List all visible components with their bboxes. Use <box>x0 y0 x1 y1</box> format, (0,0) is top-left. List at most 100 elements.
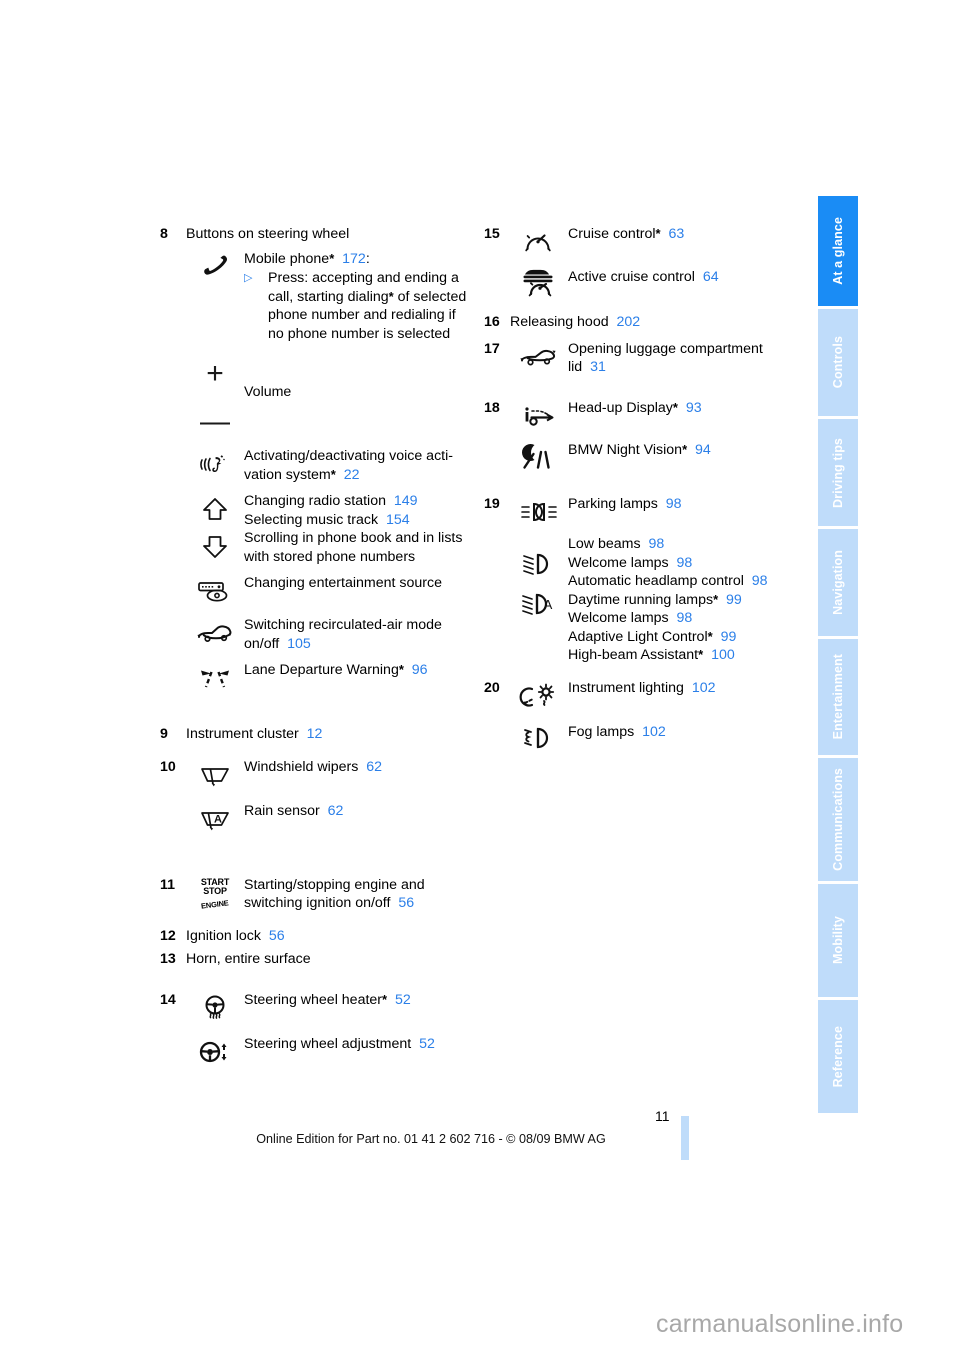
legend-item-8-entertainment-source: Changing entertainment source <box>160 574 470 608</box>
item-number: 17 <box>484 340 500 357</box>
luggage-label-line1: Opening luggage compartment <box>568 340 763 357</box>
luggage-compartment-icon <box>510 340 568 374</box>
start-stop-label-line1: Starting/stopping engine and <box>244 876 425 893</box>
section-tab-strip: At a glance Controls Driving tips Naviga… <box>818 196 858 1156</box>
page-ref[interactable]: 202 <box>617 314 641 330</box>
item-number: 10 <box>160 758 176 775</box>
page-ref[interactable]: 62 <box>328 803 344 819</box>
legend-item-8-voice-activation: Activating/deactivating voice acti- vati… <box>160 447 470 484</box>
rain-sensor-icon: A <box>186 802 244 836</box>
entertainment-source-label: Changing entertainment source <box>244 575 442 591</box>
legend-item-8-lane-departure-warning: Lane Departure Warning* 96 <box>160 661 470 695</box>
tab-entertainment[interactable]: Entertainment <box>818 639 858 755</box>
page-ref[interactable]: 98 <box>677 555 693 571</box>
tab-label: Mobility <box>830 916 845 965</box>
page-ref[interactable]: 99 <box>726 592 742 608</box>
page-ref[interactable]: 98 <box>752 573 768 589</box>
scroll-label-line1: Scrolling in phone book and in lists <box>244 530 463 546</box>
page-ref[interactable]: 98 <box>666 496 682 512</box>
tab-at-a-glance[interactable]: At a glance <box>818 196 858 306</box>
page-ref[interactable]: 172 <box>342 251 366 267</box>
legend-item-15: 15 Cruise control* 63 Active cruise cont… <box>484 225 804 299</box>
item-number: 13 <box>160 951 176 967</box>
legend-item-11: 11 START STOP ENGINE Starting/stopping e… <box>160 876 470 913</box>
page-ref[interactable]: 12 <box>307 726 323 742</box>
legend-item-10: 10 A Windshield wipers 62 Rain sensor 62 <box>160 758 470 836</box>
welcome-lamps-label-2: Welcome lamps <box>568 610 669 626</box>
right-content-column: 15 Cruise control* 63 Active cruise cont… <box>484 225 804 755</box>
page-ref[interactable]: 100 <box>711 647 735 663</box>
icon-column <box>510 679 568 755</box>
recirculated-air-icon <box>186 616 244 650</box>
asterisk: * <box>398 662 404 677</box>
legend-item-12: 12 Ignition lock 56 <box>160 927 470 946</box>
footer-edition-text: Online Edition for Part no. 01 41 2 602 … <box>256 1132 606 1146</box>
page-ref[interactable]: 99 <box>721 629 737 645</box>
page-ref[interactable]: 149 <box>394 493 418 509</box>
page-ref[interactable]: 154 <box>386 512 410 528</box>
page-ref[interactable]: 56 <box>398 895 414 911</box>
cruise-control-icon <box>510 225 568 259</box>
arrow-up-icon <box>186 492 244 526</box>
icon-column <box>186 492 244 564</box>
page-ref[interactable]: 52 <box>419 1036 435 1052</box>
icon-column <box>186 250 244 284</box>
steering-wheel-adjustment-icon <box>186 1035 244 1069</box>
legend-item-8-mobile-phone: Mobile phone* 172: ▷ Press: accepting an… <box>160 250 470 344</box>
page-ref[interactable]: 22 <box>344 467 360 483</box>
icon-column: A <box>186 758 244 836</box>
legend-item-8: 8 Buttons on steering wheel <box>160 225 470 244</box>
tab-label: Entertainment <box>830 654 845 740</box>
asterisk: * <box>707 628 713 644</box>
tab-navigation[interactable]: Navigation <box>818 529 858 636</box>
stop-label: STOP <box>203 885 227 896</box>
low-beams-icon <box>510 547 568 581</box>
icon-column <box>510 340 568 374</box>
page-ref[interactable]: 98 <box>648 536 664 552</box>
tab-label: Reference <box>830 1025 845 1088</box>
start-stop-engine-icon: START STOP ENGINE <box>186 877 244 910</box>
low-beams-label: Low beams <box>568 536 641 552</box>
tab-label: At a glance <box>830 217 845 285</box>
tab-reference[interactable]: Reference <box>818 1000 858 1113</box>
page-ref[interactable]: 64 <box>703 269 719 285</box>
item-number: 16 <box>484 314 500 330</box>
rain-sensor-letter: A <box>214 813 222 825</box>
recirculated-air-label-line2: on/off <box>244 635 280 652</box>
asterisk: * <box>330 466 336 482</box>
tab-controls[interactable]: Controls <box>818 309 858 416</box>
active-cruise-control-icon <box>510 265 568 299</box>
page-ref[interactable]: 102 <box>692 680 716 696</box>
entertainment-source-icon <box>186 574 244 608</box>
tab-communications[interactable]: Communications <box>818 758 858 881</box>
page-ref[interactable]: 52 <box>395 992 411 1008</box>
page-ref[interactable]: 31 <box>590 359 606 375</box>
tab-driving-tips[interactable]: Driving tips <box>818 419 858 526</box>
page-ref[interactable]: 102 <box>642 724 666 740</box>
page-ref[interactable]: 98 <box>677 610 693 626</box>
page-number: 11 <box>655 1108 670 1124</box>
asterisk: * <box>382 991 388 1007</box>
item-title: Buttons on steering wheel <box>186 226 350 242</box>
daytime-running-lamps-label: Daytime running lamps <box>568 591 714 608</box>
windshield-wipers-label: Windshield wipers <box>244 758 359 775</box>
lane-departure-warning-icon <box>186 661 244 695</box>
page-ref[interactable]: 96 <box>412 662 428 678</box>
item-number: 18 <box>484 399 500 416</box>
legend-item-9: 9 Instrument cluster 12 <box>160 725 470 744</box>
page-ref[interactable]: 93 <box>686 400 702 416</box>
fog-lamps-label: Fog lamps <box>568 724 635 740</box>
asterisk: * <box>329 250 335 266</box>
legend-item-16: 16 Releasing hood 202 <box>484 313 804 332</box>
page-ref[interactable]: 62 <box>366 759 382 775</box>
legend-item-8-volume: + — Volume <box>160 357 470 439</box>
tab-mobility[interactable]: Mobility <box>818 884 858 997</box>
steering-wheel-adjustment-label: Steering wheel adjustment <box>244 1036 412 1052</box>
page-ref[interactable]: 63 <box>668 226 684 242</box>
page-ref[interactable]: 56 <box>269 928 285 944</box>
head-up-display-label: Head-up Display <box>568 399 673 416</box>
page-ref[interactable]: 105 <box>287 636 311 652</box>
item-number: 14 <box>160 991 176 1008</box>
page-ref[interactable]: 94 <box>695 442 711 458</box>
volume-label: Volume <box>244 384 292 400</box>
